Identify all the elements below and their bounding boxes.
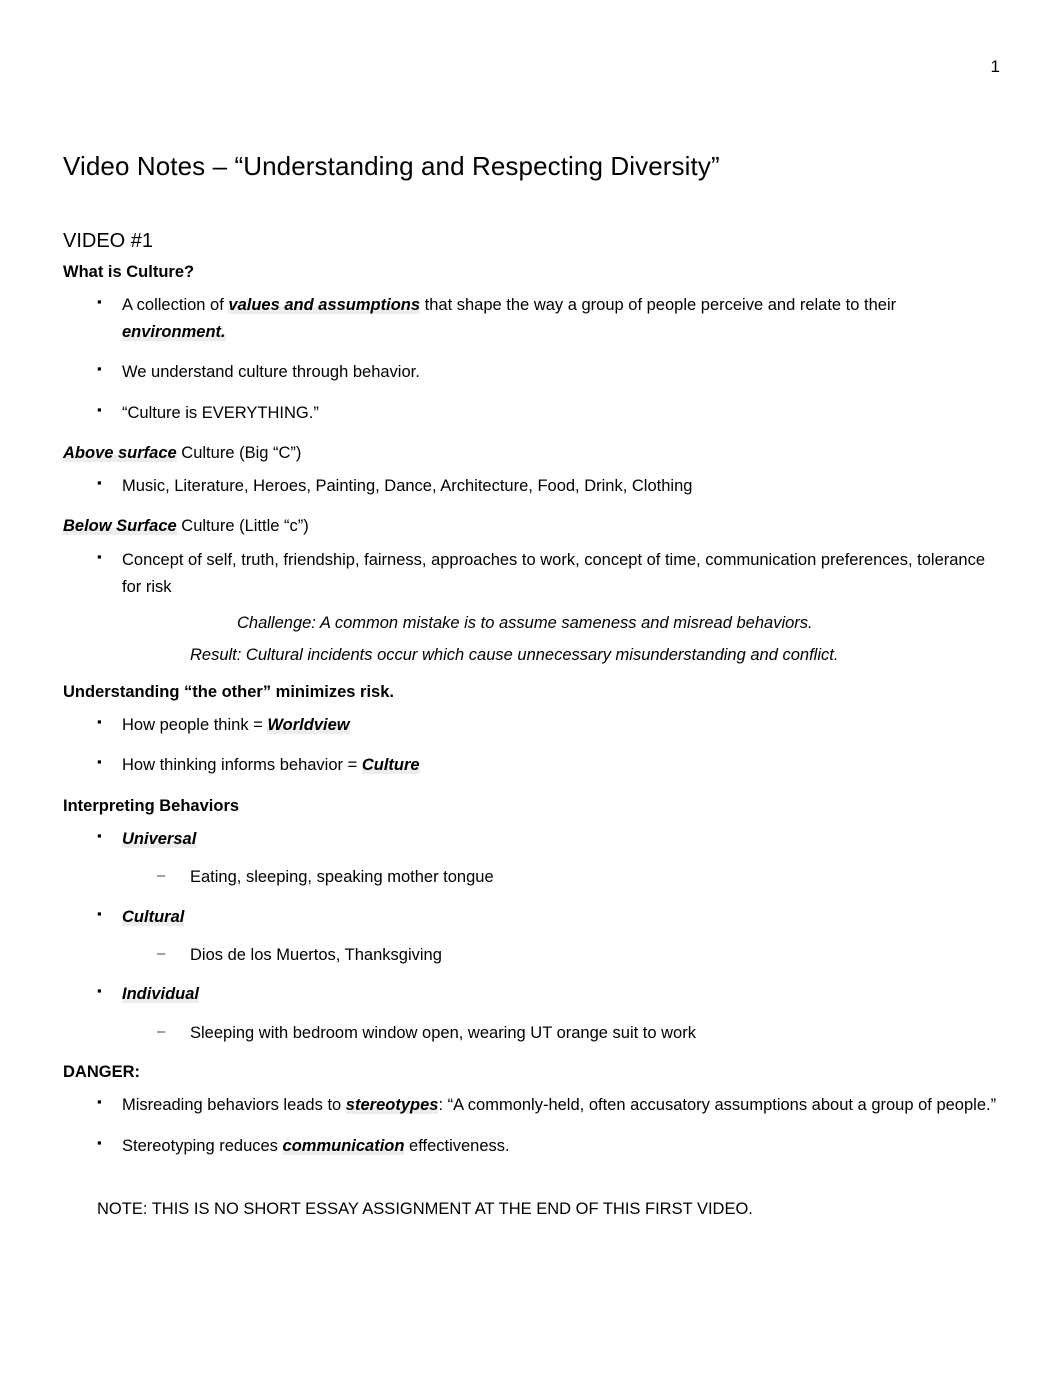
emphasis-environment: environment. <box>122 323 226 342</box>
document-page: 1 Video Notes – “Understanding and Respe… <box>0 0 1062 1377</box>
list-item: Misreading behaviors leads to stereotype… <box>63 1091 1003 1119</box>
list-interpreting-behaviors: Universal Eating, sleeping, speaking mot… <box>63 825 1003 1046</box>
heading-below-surface: Below Surface Culture (Little “c”) <box>63 516 1003 537</box>
bullet-text-pre: How people think = <box>122 716 268 735</box>
list-item: Concept of self, truth, friendship, fair… <box>63 546 1003 601</box>
heading-interpreting-behaviors: Interpreting Behaviors <box>63 796 240 815</box>
emphasis-communication: communication <box>282 1136 405 1155</box>
closing-note: NOTE: THIS IS NO SHORT ESSAY ASSIGNMENT … <box>97 1199 753 1218</box>
list-item: Music, Literature, Heroes, Painting, Dan… <box>63 472 1003 500</box>
list-item: Individual Sleeping with bedroom window … <box>63 980 1003 1046</box>
list-item: Universal Eating, sleeping, speaking mot… <box>63 825 1003 891</box>
note-result: Result: Cultural incidents occur which c… <box>190 645 839 664</box>
list-danger: Misreading behaviors leads to stereotype… <box>63 1091 1003 1160</box>
emphasis-below-surface: Below Surface <box>63 517 177 536</box>
list-above-surface: Music, Literature, Heroes, Painting, Dan… <box>63 472 1003 500</box>
bullet-text-pre: How thinking informs behavior = <box>122 756 362 775</box>
heading-understanding-the-other: Understanding “the other” minimizes risk… <box>63 682 394 701</box>
list-what-is-culture: A collection of values and assumptions t… <box>63 291 1003 427</box>
heading-what-is-culture: What is Culture? <box>63 262 195 281</box>
video-section-label: VIDEO #1 <box>63 229 154 252</box>
list-item: How people think = Worldview <box>63 711 1003 739</box>
list-item: “Culture is EVERYTHING.” <box>63 399 1003 427</box>
emphasis-cultural: Cultural <box>122 907 185 926</box>
emphasis-universal: Universal <box>122 830 197 849</box>
list-item: Cultural Dios de los Muertos, Thanksgivi… <box>63 903 1003 969</box>
heading-danger: DANGER: <box>63 1062 140 1081</box>
bullet-text-post: : “A commonly-held, often accusatory ass… <box>438 1096 997 1115</box>
document-content: Video Notes – “Understanding and Respect… <box>63 150 1003 1222</box>
bullet-text-pre: Stereotyping reduces <box>122 1136 283 1155</box>
heading-below-surface-rest: Culture (Little “c”) <box>176 517 309 536</box>
note-challenge: Challenge: A common mistake is to assume… <box>237 614 813 633</box>
emphasis-individual: Individual <box>122 985 200 1004</box>
sublist-cultural: Dios de los Muertos, Thanksgiving <box>122 942 1003 968</box>
heading-above-surface-rest: Culture (Big “C”) <box>176 443 302 462</box>
list-item: Dios de los Muertos, Thanksgiving <box>122 942 1003 968</box>
bullet-text-pre: A collection of <box>122 295 229 314</box>
sublist-individual: Sleeping with bedroom window open, weari… <box>122 1020 1003 1046</box>
emphasis-above-surface: Above surface <box>63 443 177 462</box>
list-understanding-the-other: How people think = Worldview How thinkin… <box>63 711 1003 779</box>
emphasis-values-and-assumptions: values and assumptions <box>228 295 421 314</box>
list-item: Stereotyping reduces communication effec… <box>63 1132 1003 1160</box>
bullet-text-mid: that shape the way a group of people per… <box>420 295 897 314</box>
list-item: How thinking informs behavior = Culture <box>63 751 1003 779</box>
list-below-surface: Concept of self, truth, friendship, fair… <box>63 546 1003 601</box>
bullet-text-pre: Misreading behaviors leads to <box>122 1096 346 1115</box>
list-item: We understand culture through behavior. <box>63 358 1003 386</box>
list-item: A collection of values and assumptions t… <box>63 291 1003 346</box>
list-item: Eating, sleeping, speaking mother tongue <box>122 864 1003 890</box>
sublist-universal: Eating, sleeping, speaking mother tongue <box>122 864 1003 890</box>
bullet-text-post: effectiveness. <box>404 1136 510 1155</box>
list-item: Sleeping with bedroom window open, weari… <box>122 1020 1003 1046</box>
emphasis-culture: Culture <box>361 756 420 775</box>
heading-above-surface: Above surface Culture (Big “C”) <box>63 443 1003 464</box>
page-title: Video Notes – “Understanding and Respect… <box>63 151 720 181</box>
emphasis-stereotypes: stereotypes <box>345 1096 439 1115</box>
emphasis-worldview: Worldview <box>267 716 350 735</box>
page-number: 1 <box>990 57 1000 76</box>
